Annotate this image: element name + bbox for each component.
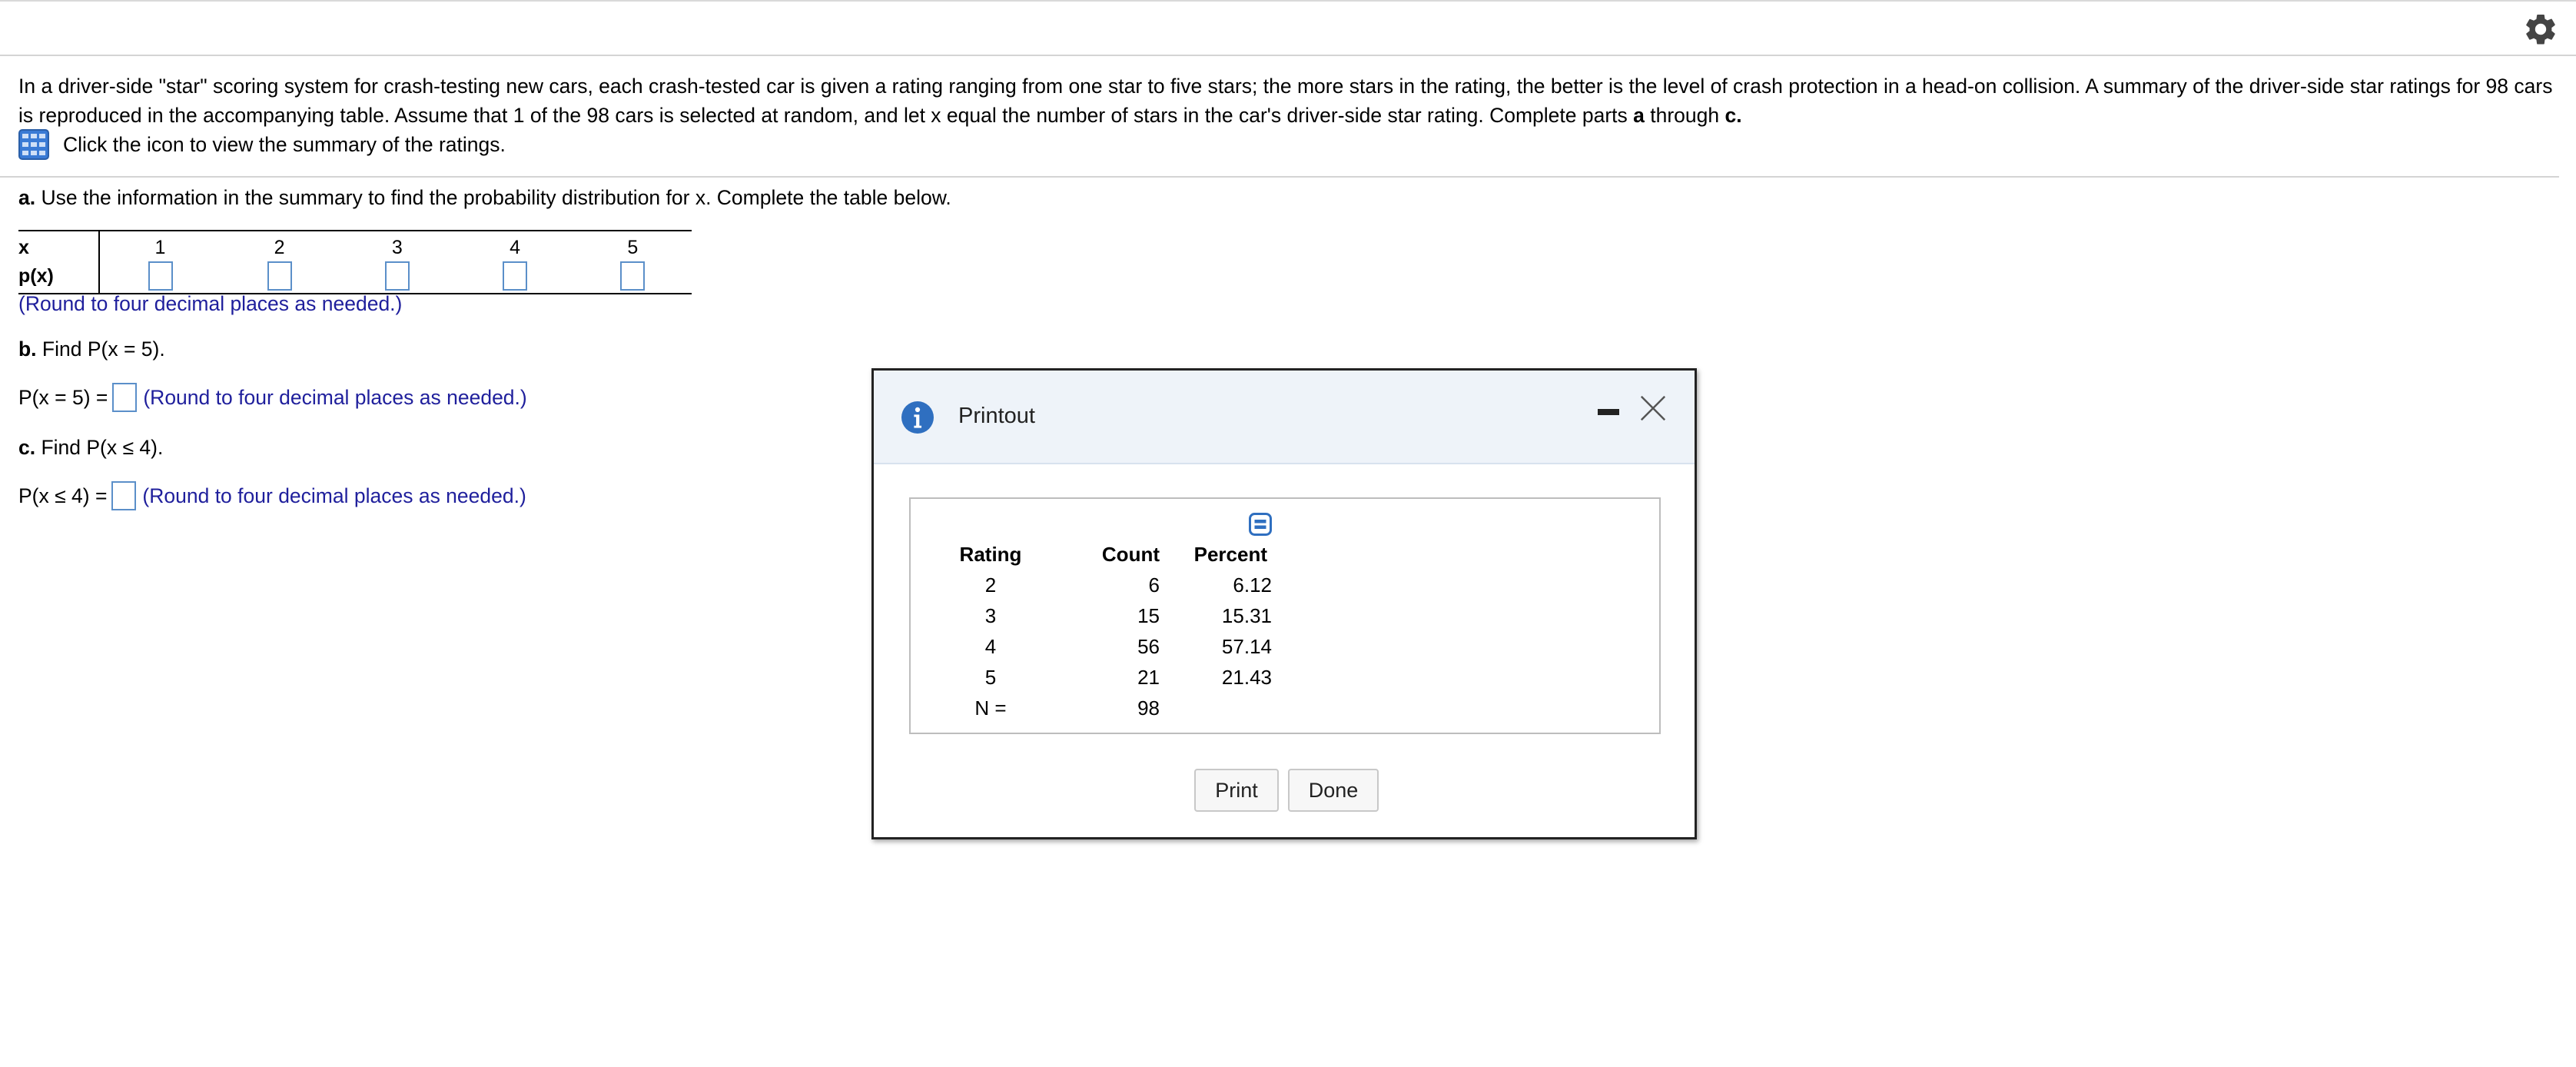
problem-through: through [1644,104,1725,127]
problem-part-c-ref: c. [1725,104,1742,127]
table-row: 4 56 57.14 [951,631,1272,662]
ratings-summary-table: Rating Count Percent 2 6 6.12 3 15 15.31… [951,539,1272,723]
part-a-label: a. [18,186,36,209]
part-c-answer-line: P(x ≤ 4) = (Round to four decimal places… [18,481,526,510]
px-input-3[interactable] [384,261,410,291]
total-label: N = [974,696,1007,720]
ratings-summary-panel: Rating Count Percent 2 6 6.12 3 15 15.31… [909,497,1661,734]
table-row: 5 21 21.43 [951,662,1272,693]
px-row-label: p(x) [18,259,100,294]
px-cell [338,259,456,294]
print-button[interactable]: Print [1194,769,1279,812]
problem-statement: In a driver-side "star" scoring system f… [18,71,2554,130]
column-header-count: Count [1101,542,1160,566]
part-b-prompt: b. Find P(x = 5). [18,337,165,361]
summary-link-text: Click the icon to view the summary of th… [63,132,506,156]
rating-cell: 2 [984,573,997,597]
px-cell [99,259,221,294]
rating-cell: 3 [984,603,997,627]
question-separator [0,176,2559,178]
part-b-lhs: P(x = 5) = [18,385,108,409]
column-header-rating: Rating [959,542,1022,566]
px-cell [573,259,692,294]
part-c-input[interactable] [111,481,137,510]
total-row: N = 98 [951,693,1272,723]
px-cell [456,259,574,294]
close-icon[interactable] [1638,394,1668,423]
part-b-input[interactable] [112,383,138,412]
info-icon [901,401,934,434]
table-grid-icon[interactable] [18,129,49,160]
part-a-prompt: a. Use the information in the summary to… [18,186,951,210]
minimize-button[interactable] [1598,406,1621,417]
part-b-round-note: (Round to four decimal places as needed.… [143,385,527,409]
part-c-round-note: (Round to four decimal places as needed.… [142,484,526,507]
percent-cell: 6.12 [1233,573,1272,597]
part-b-answer-line: P(x = 5) = (Round to four decimal places… [18,383,527,412]
top-border [0,0,2576,2]
px-input-2[interactable] [267,261,292,291]
summary-header-row: Rating Count Percent [951,539,1272,570]
part-a-round-note: (Round to four decimal places as needed.… [18,292,403,315]
problem-text: In a driver-side "star" scoring system f… [18,75,2553,127]
column-header-percent: Percent [1193,542,1267,566]
px-input-5[interactable] [620,261,646,291]
probability-distribution-table: x 1 2 3 4 5 p(x) [18,230,692,294]
total-value: 98 [1137,696,1160,720]
x-value: 3 [338,230,456,259]
part-b-label: b. [18,337,37,361]
part-c-prompt: c. Find P(x ≤ 4). [18,436,163,460]
percent-cell: 57.14 [1221,634,1272,658]
header-separator [0,55,2576,56]
count-cell: 15 [1137,603,1160,627]
rating-cell: 4 [984,634,997,658]
x-value: 4 [456,230,574,259]
x-value: 5 [573,230,692,259]
empty-cell [1160,693,1272,723]
count-cell: 56 [1137,634,1160,658]
copy-to-clipboard-icon[interactable] [1249,513,1272,536]
percent-cell: 15.31 [1221,603,1272,627]
count-cell: 21 [1137,665,1160,689]
x-value: 1 [99,230,221,259]
x-value: 2 [221,230,339,259]
x-row-label: x [18,230,100,259]
part-c-lhs: P(x ≤ 4) = [18,484,108,507]
px-input-4[interactable] [503,261,528,291]
dialog-title: Printout [958,404,1035,428]
table-row: 2 6 6.12 [951,570,1272,600]
percent-cell: 21.43 [1221,665,1272,689]
table-row: 3 15 15.31 [951,600,1272,631]
part-c-text: Find P(x ≤ 4). [35,436,164,459]
px-cell [221,259,339,294]
count-cell: 6 [1148,573,1160,597]
summary-link-row: Click the icon to view the summary of th… [18,129,506,160]
printout-dialog: Printout Rating Count Percent 2 6 6.12 3 [871,368,1697,839]
minimize-icon [1598,409,1619,415]
dialog-header: Printout [874,371,1695,464]
rating-cell: 5 [984,665,997,689]
px-input-1[interactable] [148,261,173,291]
problem-part-a-ref: a [1633,104,1645,127]
part-c-label: c. [18,436,36,459]
done-button[interactable]: Done [1288,769,1379,812]
part-b-text: Find P(x = 5). [36,337,165,361]
part-a-text: Use the information in the summary to fi… [35,186,951,209]
settings-gear-icon[interactable] [2522,11,2559,48]
